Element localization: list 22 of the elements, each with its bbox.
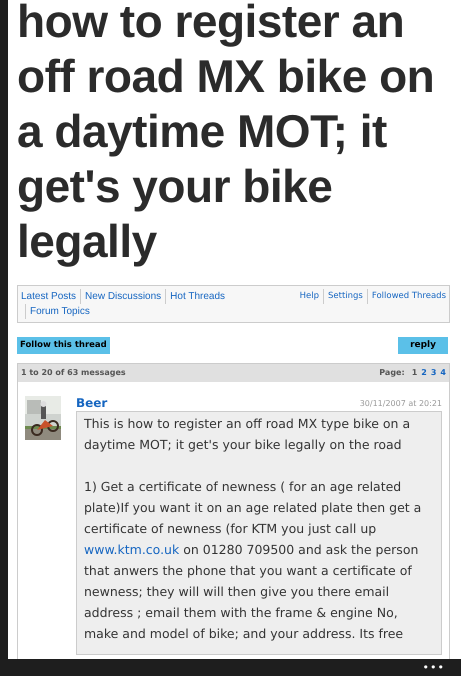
page-link[interactable]: 3 — [430, 367, 436, 379]
nav-link[interactable]: Hot Threads — [165, 289, 226, 304]
page-link[interactable]: 4 — [440, 367, 446, 379]
post-paragraph: This is how to register an off road MX type bike on a daytime MOT; it get's your bike legally on the road — [84, 415, 412, 454]
nav-link[interactable]: Latest Posts — [21, 289, 76, 304]
reply-button[interactable]: reply — [398, 337, 448, 354]
more-button[interactable]: ••• — [422, 662, 445, 673]
page-link[interactable]: 1 — [412, 367, 418, 379]
nav-link[interactable]: New Discussions — [80, 289, 162, 304]
page-label: Page: — [379, 367, 405, 379]
nav-link[interactable]: Settings — [322, 289, 363, 304]
post-paragraph: 1) Get a certificate of newness ( for an age related plate)If you want it on an age related plate then get a certificate of newness (for KTM you just call up www.ktm.co.uk on 01280 709500 and ask the person that anwers the phone that you want a certificate of newness; they will will then give you there email address ; email them with the frame & engine No, make and model of bike; and your address. Its free — [84, 478, 422, 643]
nav-link[interactable]: Help — [300, 289, 319, 304]
page-link[interactable]: 2 — [421, 367, 427, 379]
website-link[interactable]: www.ktm.co.uk — [84, 542, 180, 557]
follow-button[interactable]: Follow this thread — [17, 337, 110, 354]
nav-link[interactable]: Forum Topics — [25, 304, 90, 319]
thread-title: how to register an off road MX bike on a daytime MOT; it get's your bike legally — [17, 0, 436, 269]
message-count: 1 to 20 of 63 messages — [21, 367, 126, 379]
post-date: 30/11/2007 at 20:21 — [360, 398, 442, 410]
author-link[interactable]: Beer — [76, 396, 108, 410]
nav-link[interactable]: Followed Threads — [366, 289, 446, 304]
